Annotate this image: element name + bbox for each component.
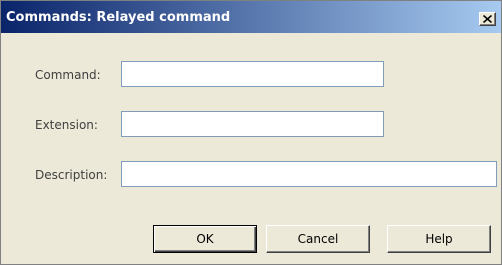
ok-button[interactable]: OK xyxy=(153,225,257,253)
description-label: Description: xyxy=(35,168,108,182)
title-bar: Commands: Relayed command xyxy=(1,1,501,33)
description-field[interactable] xyxy=(121,161,497,187)
close-button[interactable] xyxy=(479,12,496,26)
command-label: Command: xyxy=(35,68,101,82)
close-icon xyxy=(483,15,492,23)
extension-field[interactable] xyxy=(121,111,384,137)
help-button[interactable]: Help xyxy=(387,225,491,253)
relayed-command-dialog: Commands: Relayed command Command: Exten… xyxy=(0,0,502,265)
extension-label: Extension: xyxy=(35,118,98,132)
dialog-title: Commands: Relayed command xyxy=(6,10,231,25)
command-field[interactable] xyxy=(121,61,384,87)
cancel-button[interactable]: Cancel xyxy=(266,225,370,253)
